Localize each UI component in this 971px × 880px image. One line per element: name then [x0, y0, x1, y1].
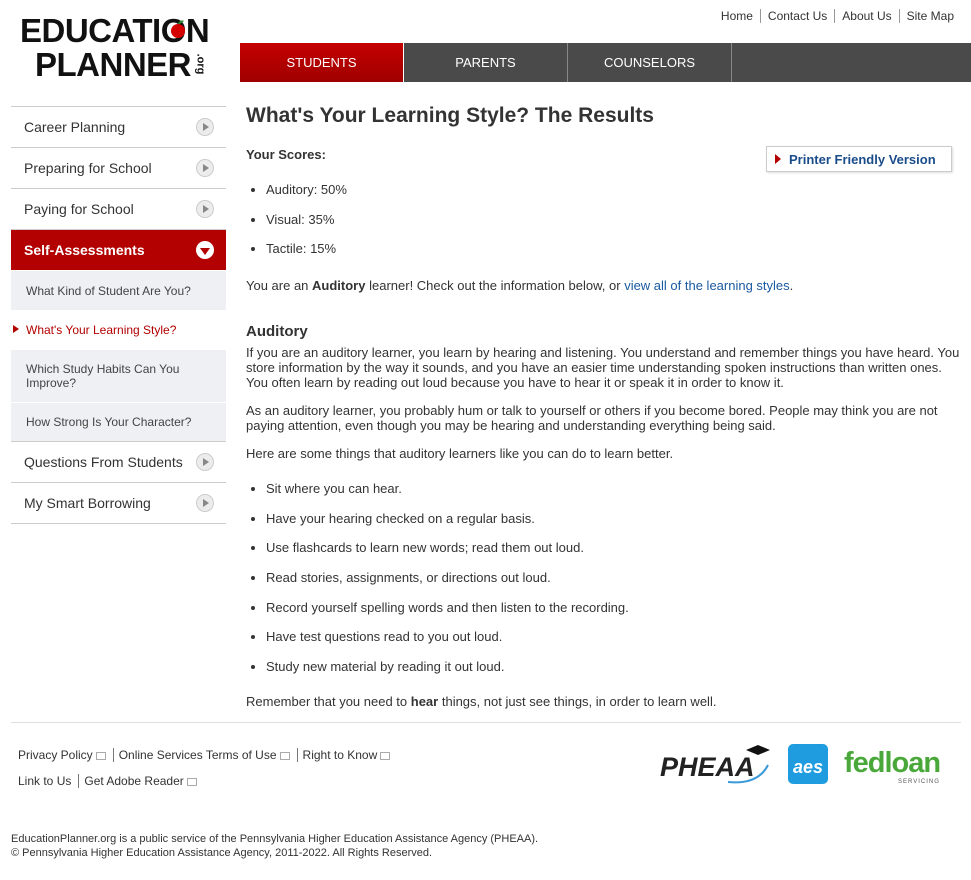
paragraph-1: If you are an auditory learner, you lear…	[246, 345, 960, 390]
sidebar-item-label: Career Planning	[24, 119, 126, 135]
tab-students[interactable]: STUDENTS	[240, 43, 404, 82]
learner-text-pre: You are an	[246, 278, 313, 293]
chevron-right-icon	[196, 494, 214, 512]
external-link-icon	[279, 751, 290, 760]
footer-link-privacy[interactable]: Privacy Policy	[18, 748, 114, 762]
learner-type: Auditory	[312, 278, 366, 293]
list-item: Sit where you can hear.	[266, 481, 629, 511]
chevron-right-icon	[196, 200, 214, 218]
apple-icon	[171, 20, 185, 38]
sidebar-item-label: Preparing for School	[24, 160, 152, 176]
page-title: What's Your Learning Style? The Results	[246, 104, 654, 127]
chevron-down-icon	[196, 241, 214, 259]
footer-link-terms[interactable]: Online Services Terms of Use	[118, 748, 298, 762]
list-item: Have test questions read to you out loud…	[266, 629, 629, 659]
util-link-sitemap[interactable]: Site Map	[898, 9, 961, 23]
footer-links: Privacy Policy Online Services Terms of U…	[18, 742, 402, 794]
view-all-styles-link[interactable]: view all of the learning styles	[624, 278, 789, 293]
sidebar-item-label: Paying for School	[24, 201, 134, 217]
sub-item-study-habits[interactable]: Which Study Habits Can You Improve?	[11, 349, 226, 402]
sidebar-item-paying[interactable]: Paying for School	[11, 188, 226, 229]
remember-post: things, not just see things, in order to…	[438, 694, 717, 709]
sidebar: Career Planning Preparing for School Pay…	[11, 106, 226, 524]
external-link-icon	[186, 777, 197, 786]
list-item: Record yourself spelling words and then …	[266, 600, 629, 630]
copyright: EducationPlanner.org is a public service…	[11, 832, 538, 860]
learner-text-end: .	[789, 278, 794, 293]
top-nav: STUDENTS PARENTS COUNSELORS	[240, 43, 971, 82]
sidebar-item-preparing[interactable]: Preparing for School	[11, 147, 226, 188]
remember-pre: Remember that you need to	[246, 694, 411, 709]
sidebar-item-career-planning[interactable]: Career Planning	[11, 106, 226, 147]
footer-link-label: Privacy Policy	[18, 748, 93, 762]
footer-link-label: Get Adobe Reader	[84, 774, 184, 788]
footer-link-adobe[interactable]: Get Adobe Reader	[84, 774, 203, 788]
external-link-icon	[95, 751, 106, 760]
copyright-line-1: EducationPlanner.org is a public service…	[11, 833, 539, 845]
chevron-right-icon	[196, 453, 214, 471]
aes-logo[interactable]: aes	[788, 744, 828, 784]
external-link-icon	[380, 751, 391, 760]
list-item: Have your hearing checked on a regular b…	[266, 511, 629, 541]
chevron-right-icon	[196, 159, 214, 177]
score-visual: Visual: 35%	[266, 212, 347, 242]
sidebar-item-label: My Smart Borrowing	[24, 495, 151, 511]
utility-nav: Home Contact Us About Us Site Map	[714, 9, 961, 23]
scores-label: Your Scores:	[246, 147, 326, 162]
fedloan-logo-sub: SERVICING	[898, 779, 940, 785]
learner-result: You are an Auditory learner! Check out t…	[246, 278, 793, 293]
learner-text-mid: learner! Check out the information below…	[365, 278, 625, 293]
printer-friendly-button[interactable]: Printer Friendly Version	[766, 146, 952, 172]
printer-label: Printer Friendly Version	[789, 151, 936, 167]
sub-item-student-type[interactable]: What Kind of Student Are You?	[11, 270, 226, 310]
list-item: Read stories, assignments, or directions…	[266, 570, 629, 600]
partner-logos: PHEAA aes fedloan SERVICING	[660, 744, 941, 785]
footer-link-link-to-us[interactable]: Link to Us	[18, 774, 80, 788]
sub-item-character[interactable]: How Strong Is Your Character?	[11, 402, 226, 441]
sub-item-learning-style[interactable]: What's Your Learning Style?	[11, 310, 226, 349]
aes-logo-text: aes	[793, 757, 823, 777]
logo-org: .org	[194, 53, 207, 75]
footer-divider	[11, 722, 961, 723]
remember-bold: hear	[410, 694, 439, 709]
footer-link-label: Link to Us	[18, 774, 72, 788]
sidebar-submenu: What Kind of Student Are You? What's You…	[11, 270, 226, 441]
score-auditory: Auditory: 50%	[266, 182, 347, 212]
sidebar-item-questions[interactable]: Questions From Students	[11, 441, 226, 482]
sidebar-item-self-assessments[interactable]: Self-Assessments	[11, 229, 226, 270]
section-title: Auditory	[246, 323, 308, 340]
sidebar-item-smart-borrowing[interactable]: My Smart Borrowing	[11, 482, 226, 523]
pheaa-logo-text: PHEAA	[660, 752, 755, 782]
fedloan-logo-text: fedloan	[844, 747, 940, 779]
tab-parents[interactable]: PARENTS	[404, 43, 568, 82]
footer-link-label: Right to Know	[302, 748, 378, 762]
sidebar-item-label: Self-Assessments	[24, 242, 145, 258]
chevron-right-icon	[196, 118, 214, 136]
logo-line1: EDUCATION	[20, 12, 210, 49]
fedloan-logo[interactable]: fedloan SERVICING	[844, 747, 941, 785]
util-link-home[interactable]: Home	[714, 9, 760, 23]
tips-list: Sit where you can hear. Have your hearin…	[246, 481, 629, 689]
footer-link-right-to-know[interactable]: Right to Know	[303, 748, 398, 762]
footer-link-label: Online Services Terms of Use	[118, 748, 277, 762]
pheaa-logo[interactable]: PHEAA	[660, 745, 770, 784]
tab-counselors[interactable]: COUNSELORS	[568, 43, 732, 82]
scores-list: Auditory: 50% Visual: 35% Tactile: 15%	[246, 182, 347, 271]
sidebar-divider	[11, 523, 226, 524]
util-link-contact[interactable]: Contact Us	[759, 9, 835, 23]
score-tactile: Tactile: 15%	[266, 241, 347, 271]
util-link-about[interactable]: About Us	[834, 9, 899, 23]
paragraph-3: Here are some things that auditory learn…	[246, 446, 674, 461]
list-item: Study new material by reading it out lou…	[266, 659, 629, 689]
paragraph-2: As an auditory learner, you probably hum…	[246, 403, 938, 433]
sidebar-item-label: Questions From Students	[24, 454, 183, 470]
copyright-line-2: © Pennsylvania Higher Education Assistan…	[11, 847, 433, 859]
logo-line2: PLANNER	[35, 46, 192, 83]
list-item: Use flashcards to learn new words; read …	[266, 540, 629, 570]
remember-note: Remember that you need to hear things, n…	[246, 694, 716, 709]
site-logo[interactable]: EDUCATION PLANNER .org	[20, 14, 220, 86]
